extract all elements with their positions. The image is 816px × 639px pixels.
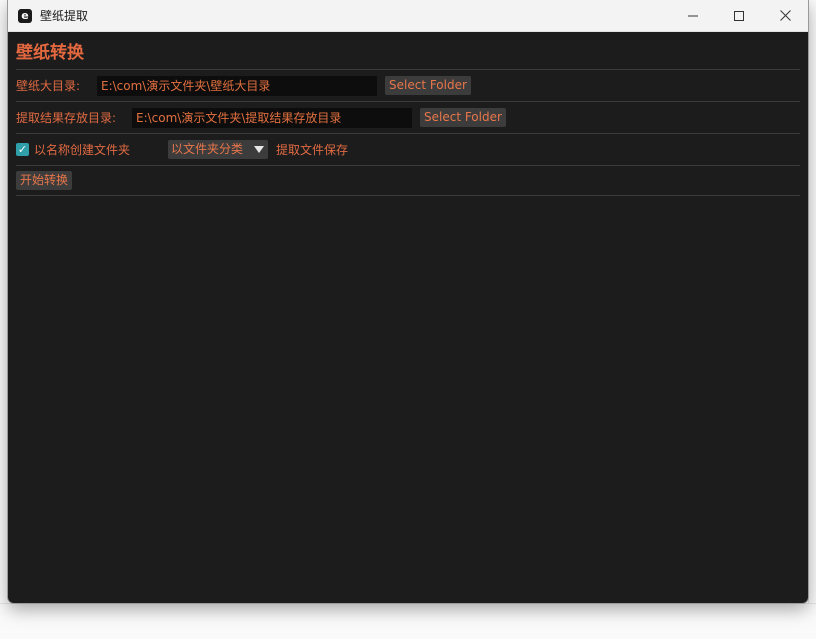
source-folder-input[interactable] — [97, 75, 377, 96]
background-bottom-strip — [0, 603, 816, 639]
output-folder-input[interactable] — [132, 107, 412, 128]
source-folder-label: 壁纸大目录: — [16, 79, 81, 93]
options-row: ✓ 以名称创建文件夹 以文件夹分类 提取文件保存 — [16, 134, 800, 165]
checkmark-icon: ✓ — [17, 143, 28, 156]
close-button[interactable] — [762, 0, 808, 31]
window-title: 壁纸提取 — [40, 9, 89, 23]
source-folder-row: 壁纸大目录: Select Folder — [16, 70, 800, 101]
main-panel: 壁纸转换 壁纸大目录: Select Folder 提取结果存放目录: Sele… — [8, 32, 808, 196]
output-folder-label: 提取结果存放目录: — [16, 111, 117, 125]
classify-combo-value: 以文件夹分类 — [171, 142, 244, 156]
create-folder-label[interactable]: 以名称创建文件夹 — [34, 141, 168, 158]
save-mode-label: 提取文件保存 — [276, 143, 349, 157]
background-left-strip — [0, 0, 8, 639]
start-convert-button[interactable]: 开始转换 — [16, 171, 73, 190]
background-right-strip — [808, 0, 816, 639]
output-select-folder-button[interactable]: Select Folder — [420, 108, 506, 127]
minimize-button[interactable] — [670, 0, 716, 31]
app-window: e 壁纸提取 壁纸转换 壁纸大目录: E:\com\演示文件夹\壁纸大目录 Se… — [8, 0, 808, 603]
title-bar[interactable]: e 壁纸提取 — [8, 0, 808, 32]
maximize-icon — [734, 10, 744, 21]
divider — [16, 195, 800, 196]
dropdown-arrow-icon — [254, 146, 264, 153]
close-icon — [779, 10, 791, 21]
page-title: 壁纸转换 — [16, 43, 84, 63]
window-controls — [670, 0, 808, 31]
maximize-button[interactable] — [716, 0, 762, 31]
output-folder-row: 提取结果存放目录: Select Folder — [16, 102, 800, 133]
classify-combo[interactable]: 以文件夹分类 — [168, 140, 268, 159]
create-folder-checkbox[interactable]: ✓ — [16, 143, 29, 156]
actions-row: 开始转换 — [16, 166, 800, 195]
source-select-folder-button[interactable]: Select Folder — [385, 76, 471, 95]
minimize-icon — [688, 15, 698, 16]
app-icon: e — [18, 8, 32, 23]
